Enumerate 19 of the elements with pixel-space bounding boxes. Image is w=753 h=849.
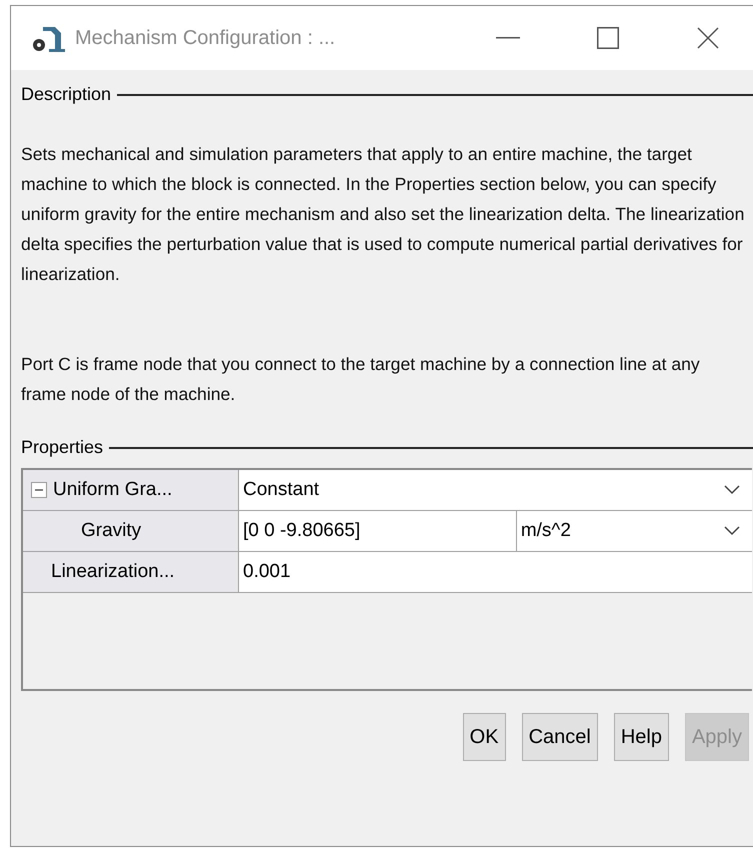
window-title: Mechanism Configuration : ...	[75, 26, 336, 50]
description-text: Port C is frame node that you connect to the target machine by a connection line at any frame node of the machine.	[21, 353, 701, 406]
unit-value[interactable]: m/s^2	[520, 520, 724, 542]
section-legend: Description	[21, 84, 112, 105]
minimize-icon[interactable]	[496, 37, 520, 39]
dialog-button[interactable]: Help	[614, 713, 669, 761]
property-name: Gravity	[81, 520, 142, 542]
close-icon[interactable]	[697, 27, 719, 49]
chevron-down-icon[interactable]	[724, 526, 740, 536]
property-name: Linearization...	[51, 561, 175, 583]
property-value[interactable]: [0 0 -9.80665]	[243, 520, 516, 542]
description-text: Sets mechanical and simulation parameters that apply to an entire machine, the target machine to which the block is connected. In the Properties section below, you can specify uniform gravity for the entire mechanism and also set the linearization delta. The linearization delta specifies the perturbation value that is used to compute numerical partial derivatives for linearization.	[21, 143, 746, 286]
section-legend: Properties	[21, 437, 104, 458]
dialog-button[interactable]: OK	[462, 713, 506, 761]
dialog-button[interactable]: Cancel	[522, 713, 598, 761]
maximize-icon[interactable]	[597, 27, 619, 49]
collapse-icon[interactable]	[31, 482, 47, 498]
property-name: Uniform Gra...	[53, 479, 172, 501]
chevron-down-icon[interactable]	[724, 485, 740, 495]
